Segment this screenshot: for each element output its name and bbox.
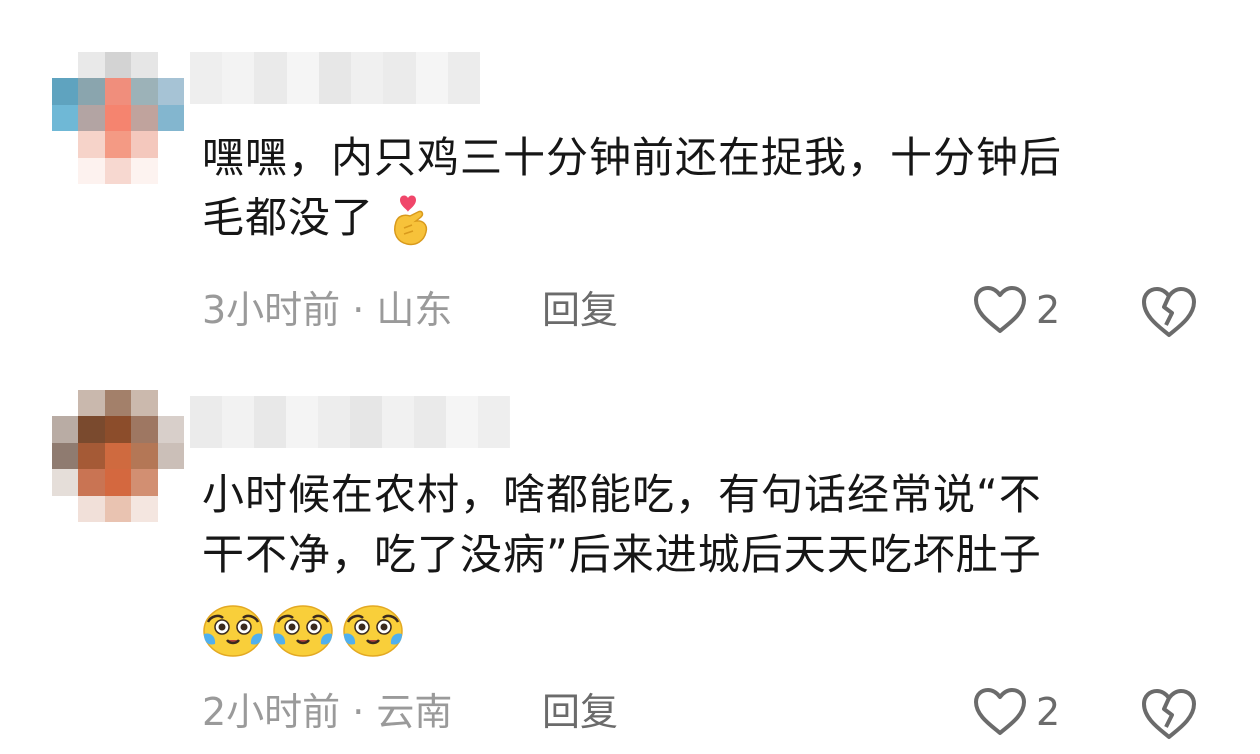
crying-laughing-emoji-icon [273, 605, 333, 657]
username-blurred[interactable] [190, 396, 510, 448]
heart-outline-icon [974, 688, 1026, 735]
like-count: 2 [1036, 288, 1061, 332]
avatar[interactable] [52, 52, 184, 184]
comment-item: 小时候在农村，啥都能吃，有句话经常说“不 干不净，吃了没病”后来进城后天天吃坏肚… [0, 370, 1260, 754]
broken-heart-icon[interactable] [1140, 285, 1198, 339]
like-button[interactable]: 2 [972, 682, 1060, 742]
broken-heart-icon[interactable] [1140, 687, 1198, 741]
reply-button[interactable]: 回复 [542, 280, 618, 340]
emoji-row [202, 600, 404, 658]
comment-item: 嘿嘿，内只鸡三十分钟前还在捉我，十分钟后 毛都没了 3小时前 · 山东 回复 2 [0, 0, 1260, 360]
heart-outline-icon [974, 286, 1026, 333]
comment-meta: 3小时前 · 山东 [202, 288, 453, 332]
like-button[interactable]: 2 [972, 280, 1060, 340]
comment-text-line: 小时候在农村，啥都能吃，有句话经常说“不 [202, 470, 1042, 519]
comment-meta: 2小时前 · 云南 [202, 690, 453, 734]
comment-text: 小时候在农村，啥都能吃，有句话经常说“不 干不净，吃了没病”后来进城后天天吃坏肚… [202, 465, 1212, 585]
comment-text-line: 干不净，吃了没病”后来进城后天天吃坏肚子 [202, 530, 1042, 579]
reply-button[interactable]: 回复 [542, 682, 618, 742]
comment-text-line: 嘿嘿，内只鸡三十分钟前还在捉我，十分钟后 [202, 133, 1063, 182]
username-blurred[interactable] [190, 52, 480, 104]
comment-text-line: 毛都没了 [202, 188, 1212, 248]
like-count: 2 [1036, 690, 1061, 734]
avatar[interactable] [52, 390, 184, 522]
crying-laughing-emoji-icon [203, 605, 263, 657]
finger-heart-emoji-icon [394, 195, 428, 245]
crying-laughing-emoji-icon [343, 605, 403, 657]
comment-text: 嘿嘿，内只鸡三十分钟前还在捉我，十分钟后 毛都没了 [202, 128, 1212, 248]
